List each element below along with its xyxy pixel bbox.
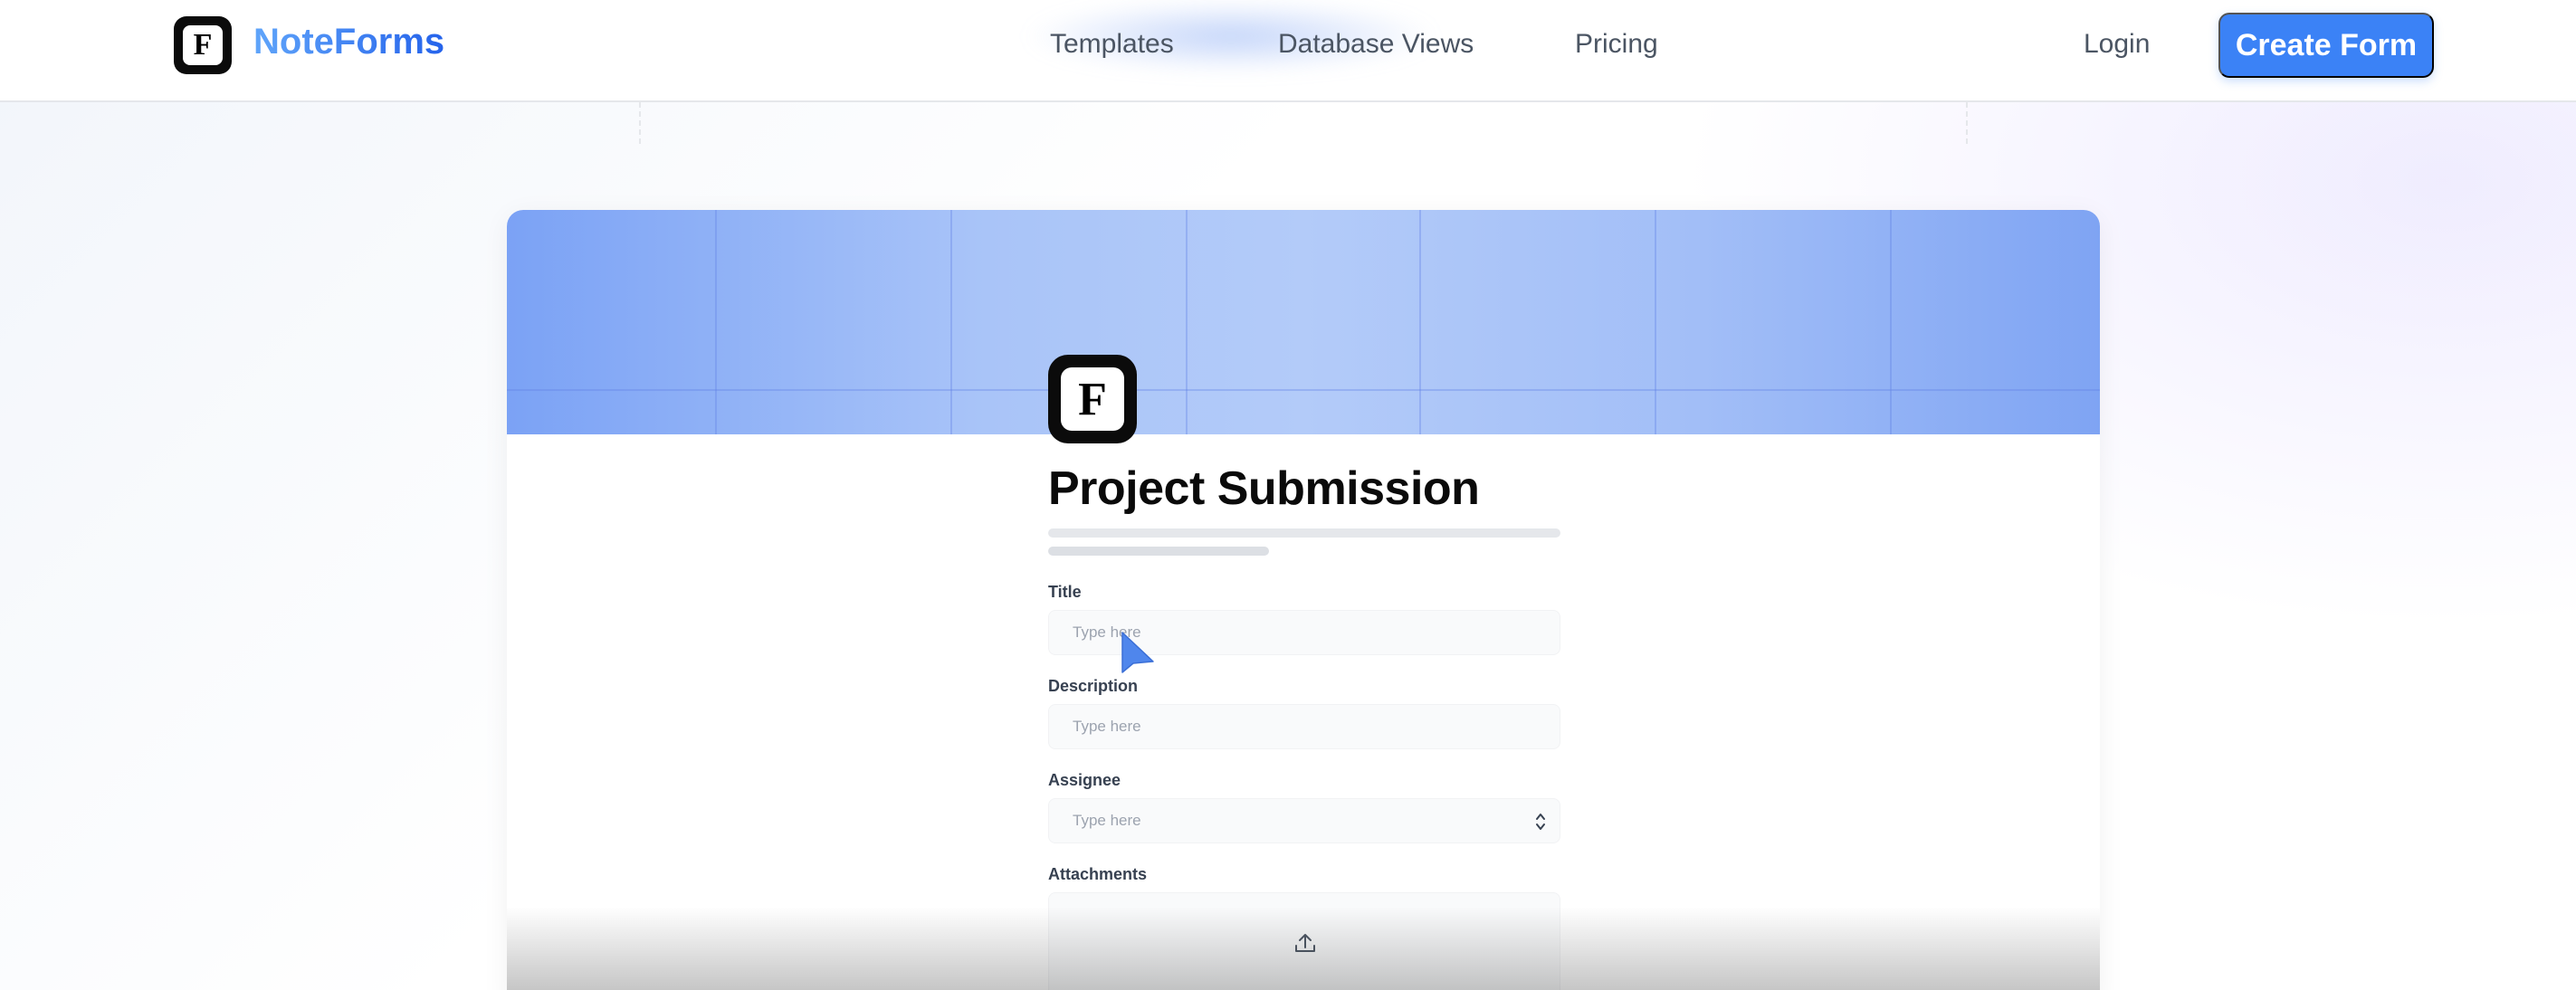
cover-grid-line [1419,210,1421,434]
description-input[interactable]: Type here [1048,704,1560,749]
brand-name[interactable]: NoteForms [253,22,444,62]
assignee-select[interactable]: Type here [1048,798,1560,843]
cover-grid-line [1890,210,1892,434]
nav-link-pricing[interactable]: Pricing [1575,29,1658,60]
nav-link-database-views[interactable]: Database Views [1278,29,1474,60]
cover-grid-line [950,210,952,434]
mouse-pointer-icon [1121,631,1157,680]
cover-grid-line [507,389,2100,391]
cover-grid-line [1186,210,1188,434]
form-preview-card: F Project Submission Title Type here Des… [507,210,2100,990]
brand-logo-icon[interactable]: F [174,16,232,74]
description-skeleton-line [1048,528,1560,538]
field-label-description: Description [1048,677,1139,695]
form-title: Project Submission [1048,462,1480,515]
nav-link-templates[interactable]: Templates [1050,29,1174,60]
attachments-dropzone[interactable] [1048,892,1560,990]
navbar: F NoteForms Templates Database Views Pri… [0,0,2576,102]
brand-logo-letter: F [183,25,223,65]
guide-line-right [1966,102,1968,144]
guide-line-left [639,102,641,144]
login-link[interactable]: Login [2084,29,2150,60]
create-form-button[interactable]: Create Form [2218,13,2434,78]
form-logo-letter: F [1061,367,1124,431]
cover-grid-line [1655,210,1656,434]
assignee-placeholder: Type here [1073,812,1141,829]
upload-icon [1292,929,1319,957]
form-cover-image [507,210,2100,434]
field-label-attachments: Attachments [1048,865,1148,883]
field-label-title: Title [1048,583,1082,601]
description-skeleton-line [1048,547,1269,556]
form-logo-icon: F [1048,355,1137,443]
field-label-assignee: Assignee [1048,771,1121,789]
cover-grid-line [715,210,717,434]
chevron-up-down-icon [1534,810,1547,833]
